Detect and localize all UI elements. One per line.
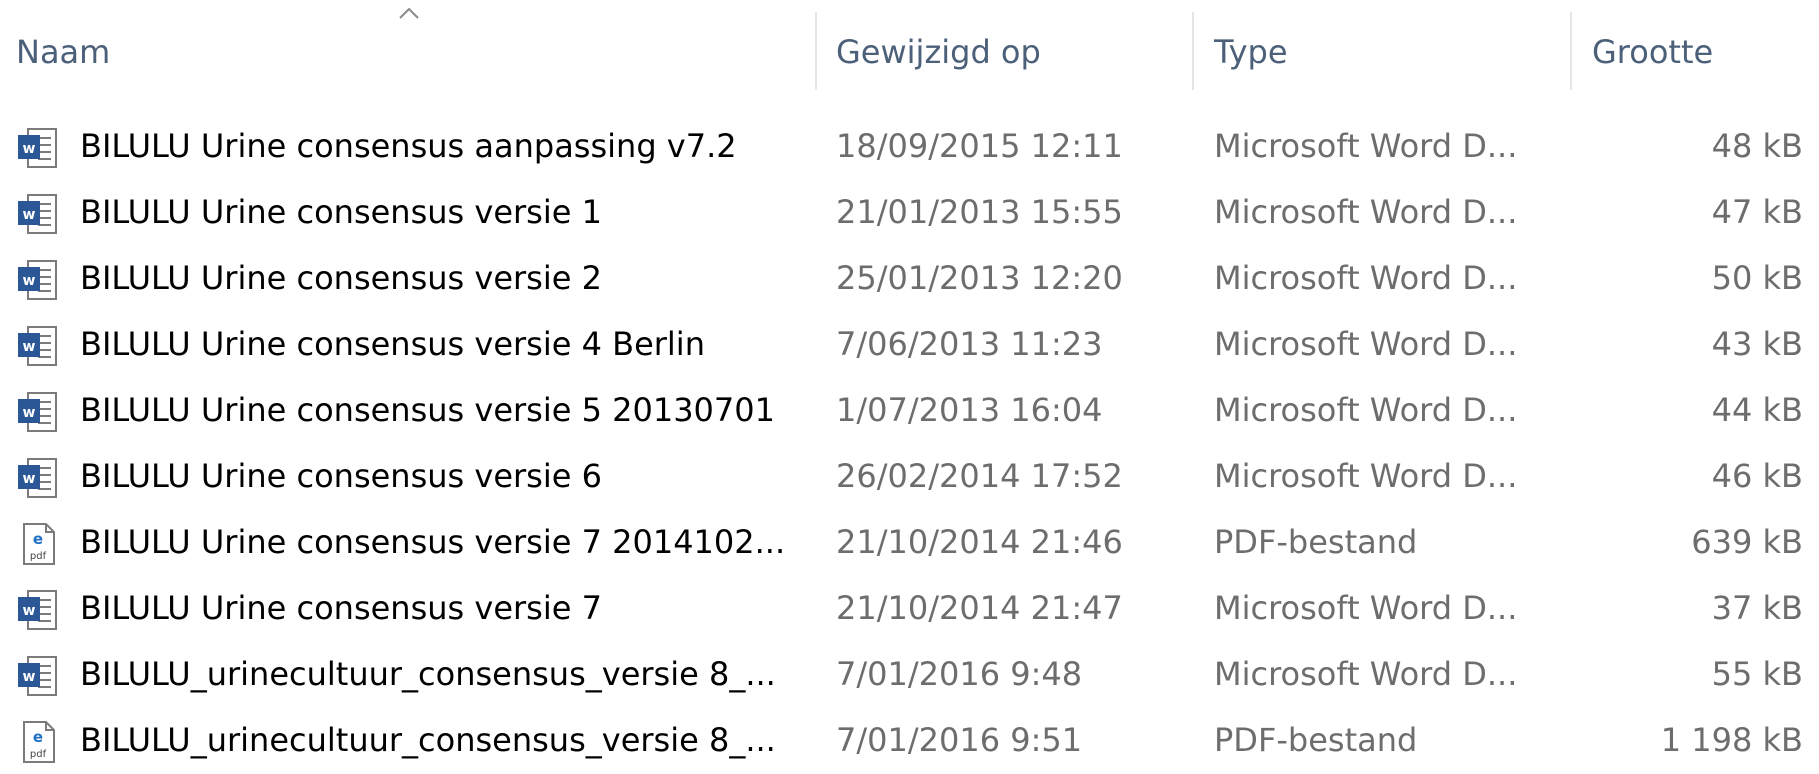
word-doc-icon: w (18, 260, 57, 300)
svg-text:w: w (23, 141, 36, 157)
file-size: 43 kB (1711, 325, 1803, 363)
file-row[interactable]: w BILULU Urine consensus versie 5 2013070… (0, 378, 1819, 444)
file-type: PDF-bestand (1214, 721, 1418, 759)
file-modified-date: 21/10/2014 21:46 (836, 523, 1123, 561)
file-type: Microsoft Word D... (1214, 259, 1518, 297)
file-type: Microsoft Word D... (1214, 655, 1518, 693)
column-header-name[interactable]: Naam (16, 32, 110, 72)
file-type: Microsoft Word D... (1214, 589, 1518, 627)
word-doc-icon: w (18, 194, 57, 234)
word-doc-icon: w (18, 128, 57, 168)
file-type: Microsoft Word D... (1214, 193, 1518, 231)
word-doc-icon: w (18, 458, 57, 498)
file-name: BILULU Urine consensus versie 2 (80, 259, 602, 297)
file-name: BILULU Urine consensus versie 5 20130701 (80, 391, 775, 429)
svg-text:w: w (23, 471, 36, 487)
file-row[interactable]: w BILULU Urine consensus versie 2 25/01/20… (0, 246, 1819, 312)
file-list: w BILULU Urine consensus aanpassing v7.2 1… (0, 114, 1819, 774)
file-modified-date: 1/07/2013 16:04 (836, 391, 1103, 429)
word-doc-icon: w (18, 326, 57, 366)
file-size: 50 kB (1711, 259, 1803, 297)
svg-text:e: e (33, 530, 43, 548)
file-size: 639 kB (1691, 523, 1803, 561)
file-modified-date: 18/09/2015 12:11 (836, 127, 1123, 165)
column-divider[interactable] (1192, 12, 1194, 90)
file-row[interactable]: w BILULU_urinecultuur_consensus_versie 8_… (0, 642, 1819, 708)
svg-text:w: w (23, 405, 36, 421)
pdf-doc-icon: e pdf (23, 721, 55, 763)
svg-text:w: w (23, 669, 36, 685)
column-header-type[interactable]: Type (1214, 32, 1288, 72)
file-type: Microsoft Word D... (1214, 325, 1518, 363)
file-row[interactable]: w BILULU Urine consensus aanpassing v7.2 1… (0, 114, 1819, 180)
svg-text:w: w (23, 273, 36, 289)
column-divider[interactable] (815, 12, 817, 90)
file-type: Microsoft Word D... (1214, 391, 1518, 429)
file-modified-date: 25/01/2013 12:20 (836, 259, 1123, 297)
file-type: PDF-bestand (1214, 523, 1418, 561)
file-size: 55 kB (1711, 655, 1803, 693)
file-name: BILULU Urine consensus versie 7 (80, 589, 602, 627)
file-size: 46 kB (1711, 457, 1803, 495)
file-type: Microsoft Word D... (1214, 127, 1518, 165)
column-header-bar: Naam Gewijzigd op Type Grootte (0, 0, 1819, 100)
file-size: 1 198 kB (1660, 721, 1803, 759)
file-name: BILULU_urinecultuur_consensus_versie 8_.… (80, 655, 776, 693)
svg-text:pdf: pdf (30, 749, 47, 760)
file-name: BILULU Urine consensus versie 1 (80, 193, 602, 231)
file-name: BILULU Urine consensus versie 6 (80, 457, 602, 495)
word-doc-icon: w (18, 392, 57, 432)
file-row[interactable]: w BILULU Urine consensus versie 6 26/02/20… (0, 444, 1819, 510)
file-row[interactable]: e pdf BILULU_urinecultuur_consensus_versi… (0, 708, 1819, 774)
file-modified-date: 21/10/2014 21:47 (836, 589, 1123, 627)
column-divider[interactable] (1570, 12, 1572, 90)
file-modified-date: 26/02/2014 17:52 (836, 457, 1123, 495)
file-modified-date: 7/01/2016 9:51 (836, 721, 1083, 759)
file-name: BILULU Urine consensus versie 4 Berlin (80, 325, 705, 363)
file-modified-date: 21/01/2013 15:55 (836, 193, 1123, 231)
file-row[interactable]: w BILULU Urine consensus versie 7 21/10/20… (0, 576, 1819, 642)
file-type: Microsoft Word D... (1214, 457, 1518, 495)
svg-text:w: w (23, 207, 36, 223)
file-row[interactable]: e pdf BILULU Urine consensus versie 7 201… (0, 510, 1819, 576)
word-doc-icon: w (18, 590, 57, 630)
pdf-doc-icon: e pdf (23, 523, 55, 565)
file-name: BILULU_urinecultuur_consensus_versie 8_.… (80, 721, 776, 759)
file-name: BILULU Urine consensus versie 7 2014102.… (80, 523, 786, 561)
svg-text:w: w (23, 603, 36, 619)
file-row[interactable]: w BILULU Urine consensus versie 4 Berlin 7… (0, 312, 1819, 378)
file-name: BILULU Urine consensus aanpassing v7.2 (80, 127, 737, 165)
file-size: 37 kB (1711, 589, 1803, 627)
file-size: 48 kB (1711, 127, 1803, 165)
file-size: 47 kB (1711, 193, 1803, 231)
svg-text:pdf: pdf (30, 551, 47, 562)
svg-text:w: w (23, 339, 36, 355)
column-header-modified[interactable]: Gewijzigd op (836, 32, 1041, 72)
file-modified-date: 7/01/2016 9:48 (836, 655, 1083, 693)
file-size: 44 kB (1711, 391, 1803, 429)
column-header-size[interactable]: Grootte (1592, 32, 1713, 72)
svg-text:e: e (33, 728, 43, 746)
file-row[interactable]: w BILULU Urine consensus versie 1 21/01/20… (0, 180, 1819, 246)
file-modified-date: 7/06/2013 11:23 (836, 325, 1103, 363)
word-doc-icon: w (18, 656, 57, 696)
sort-ascending-icon[interactable] (398, 6, 420, 20)
